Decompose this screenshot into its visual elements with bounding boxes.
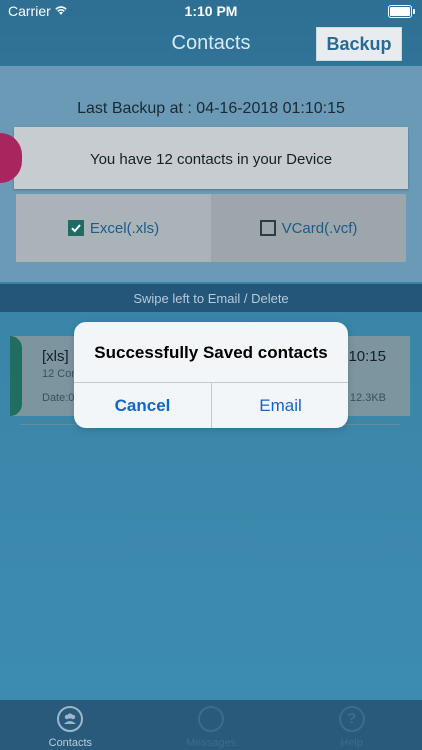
navigation-bar: Contacts Backup <box>0 22 422 66</box>
tab-messages-label: Messages <box>185 737 237 749</box>
tab-messages[interactable]: Messages <box>141 700 282 750</box>
device-contacts-count: You have 12 contacts in your Device <box>89 151 333 168</box>
swipe-hint-bar: Swipe left to Email / Delete <box>0 284 422 312</box>
device-contacts-card: You have 12 contacts in your Device <box>0 127 408 189</box>
success-alert-dialog: Successfully Saved contacts Cancel Email <box>74 322 348 428</box>
backup-button[interactable]: Backup <box>316 27 402 61</box>
backup-item-count: 12 Con <box>42 368 78 380</box>
battery-icon <box>388 5 415 18</box>
vcard-checkbox-unchecked-icon[interactable] <box>259 220 276 236</box>
tab-bar: Contacts Messages ? Help <box>0 700 422 750</box>
tab-help-label: Help <box>340 737 363 749</box>
email-button[interactable]: Email <box>212 383 348 428</box>
tab-contacts[interactable]: Contacts <box>0 700 141 750</box>
tab-contacts-label: Contacts <box>48 737 93 749</box>
backup-item-accent <box>10 336 22 416</box>
screen: Carrier 1:10 PM Contacts Backup Last Bac… <box>0 0 422 750</box>
status-bar: Carrier 1:10 PM <box>0 0 422 22</box>
help-icon: ? <box>338 706 365 732</box>
status-time: 1:10 PM <box>184 3 238 19</box>
backup-item-type: [xls] <box>42 348 69 365</box>
backup-summary-area: Last Backup at : 04-16-2018 01:10:15 You… <box>0 66 422 282</box>
checkmark-icon <box>71 224 81 233</box>
alert-title: Successfully Saved contacts <box>94 343 328 362</box>
export-format-options: Excel(.xls) VCard(.vcf) <box>16 194 406 262</box>
option-excel-label: Excel(.xls) <box>89 219 160 237</box>
option-vcard[interactable]: VCard(.vcf) <box>211 194 406 262</box>
messages-icon <box>198 706 224 732</box>
swipe-hint: Swipe left to Email / Delete <box>133 291 289 306</box>
contacts-icon <box>57 706 84 732</box>
tab-help[interactable]: ? Help <box>281 700 422 750</box>
backup-item-size: 12.3KB <box>349 392 386 404</box>
backup-item-date: Date:0 <box>42 392 75 404</box>
cancel-button[interactable]: Cancel <box>74 383 211 428</box>
option-excel[interactable]: Excel(.xls) <box>16 194 211 262</box>
option-vcard-label: VCard(.vcf) <box>281 219 358 237</box>
excel-checkbox-checked-icon[interactable] <box>67 220 84 236</box>
last-backup-label: Last Backup at : 04-16-2018 01:10:15 <box>77 100 345 117</box>
backup-item-time: :10:15 <box>344 348 386 365</box>
